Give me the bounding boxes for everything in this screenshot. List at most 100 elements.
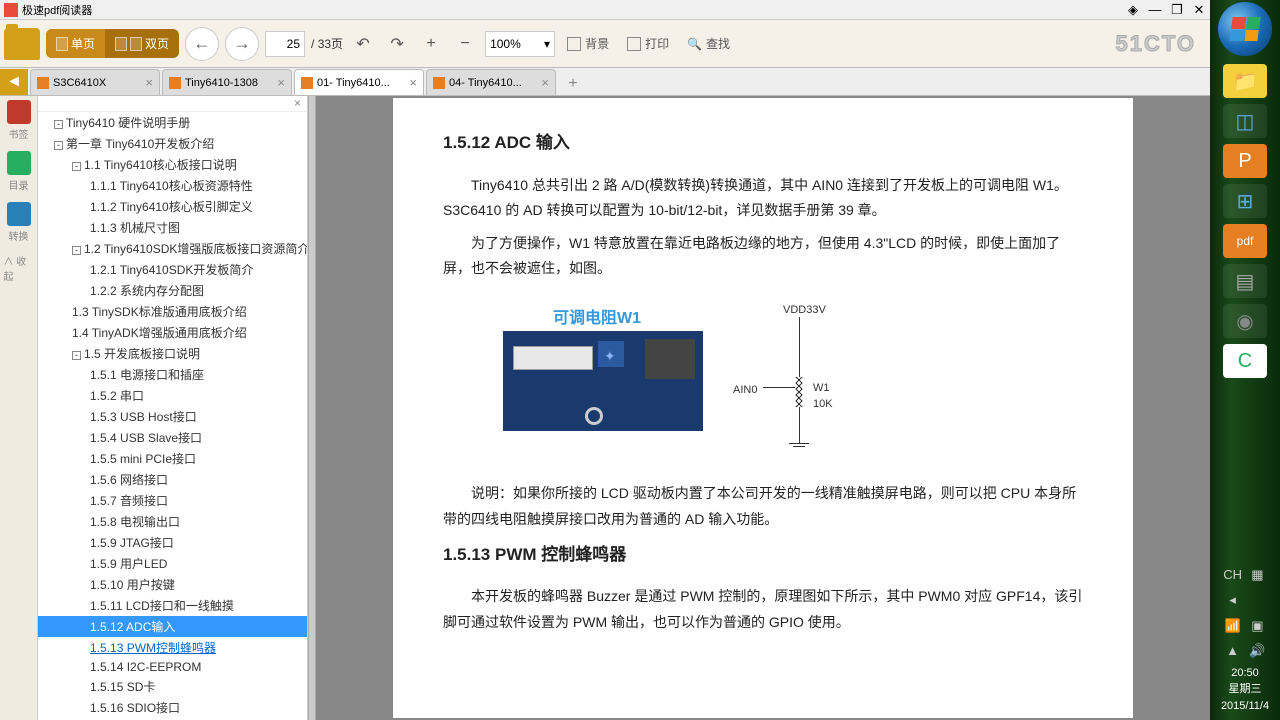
taskbar-explorer-icon[interactable]: 📁 — [1223, 64, 1267, 98]
outline-tree: -Tiny6410 硬件说明手册-第一章 Tiny6410开发板介绍-1.1 T… — [38, 112, 307, 720]
outline-item[interactable]: 1.1.2 Tiny6410核心板引脚定义 — [38, 196, 307, 217]
volume-icon[interactable]: 🔊 — [1248, 641, 1267, 661]
zoom-select[interactable]: 100%▾ — [485, 31, 555, 57]
heading-pwm: 1.5.13 PWM 控制蜂鸣器 — [443, 540, 1083, 571]
outline-item[interactable]: -Tiny6410 硬件说明手册 — [38, 112, 307, 133]
pdf-page: 1.5.12 ADC 输入 Tiny6410 总共引出 2 路 A/D(模数转换… — [393, 98, 1133, 718]
tray-app-icon[interactable]: ▣ — [1248, 616, 1267, 636]
new-tab-button[interactable]: + — [562, 73, 584, 95]
collapse-tool[interactable]: ∧ 收起 — [4, 253, 34, 283]
bookmark-tool[interactable]: 书签 — [4, 100, 34, 141]
outline-item[interactable]: 1.1.3 机械尺寸图 — [38, 217, 307, 238]
splitter[interactable] — [308, 96, 316, 720]
outline-item[interactable]: 1.5.10 用户按键 — [38, 574, 307, 595]
network-icon[interactable]: 📶 — [1223, 616, 1242, 636]
outline-item[interactable]: 1.5.1 电源接口和插座 — [38, 364, 307, 385]
search-button[interactable]: 🔍查找 — [681, 31, 736, 56]
minimize-button[interactable]: — — [1144, 1, 1166, 19]
outline-item[interactable]: 1.5.4 USB Slave接口 — [38, 427, 307, 448]
paragraph: 为了方便操作，W1 特意放置在靠近电路板边缘的地方，但使用 4.3"LCD 的时… — [443, 231, 1083, 281]
board-photo: 可调电阻W1 — [503, 331, 703, 431]
close-icon[interactable]: × — [541, 75, 549, 90]
outline-item[interactable]: 1.5.7 音频接口 — [38, 490, 307, 511]
redo-icon[interactable]: ↷ — [383, 30, 411, 58]
prev-page-button[interactable]: ← — [185, 27, 219, 61]
tray-up-icon[interactable]: ▲ — [1223, 641, 1242, 661]
lang-indicator[interactable]: CH — [1223, 565, 1242, 585]
outline-item[interactable]: 1.5.9 用户LED — [38, 553, 307, 574]
tab-0[interactable]: S3C6410X× — [30, 69, 160, 95]
outline-item[interactable]: 1.2.1 Tiny6410SDK开发板简介 — [38, 259, 307, 280]
outline-item[interactable]: 1.5.2 串口 — [38, 385, 307, 406]
tab-bar: ◄ S3C6410X× Tiny6410-1308× 01- Tiny6410.… — [0, 68, 1210, 96]
outline-item[interactable]: 1.5.11 LCD接口和一线触摸 — [38, 595, 307, 616]
next-page-button[interactable]: → — [225, 27, 259, 61]
titlebar: 极速pdf阅读器 ◈ — ❐ ✕ — [0, 0, 1210, 20]
outline-item[interactable]: 1.5.12 ADC输入 — [38, 616, 307, 637]
toc-tool[interactable]: 目录 — [4, 151, 34, 192]
window-title: 极速pdf阅读器 — [22, 2, 92, 18]
page-total: / 33页 — [311, 35, 343, 52]
outline-item[interactable]: 1.5.13 PWM控制蜂鸣器 — [38, 637, 307, 658]
document-area[interactable]: 1.5.12 ADC 输入 Tiny6410 总共引出 2 路 A/D(模数转换… — [316, 96, 1210, 720]
outline-item[interactable]: 1.5.9 JTAG接口 — [38, 532, 307, 553]
undo-icon[interactable]: ↶ — [349, 30, 377, 58]
figure: 可调电阻W1 VDD33V AIN0 W1 10K — [503, 301, 1083, 461]
taskbar-ppt-icon[interactable]: P — [1223, 144, 1267, 178]
tab-3[interactable]: 04- Tiny6410...× — [426, 69, 556, 95]
taskbar-app3-icon[interactable]: ◉ — [1223, 304, 1267, 338]
print-button[interactable]: 打印 — [621, 31, 675, 56]
heading-adc: 1.5.12 ADC 输入 — [443, 128, 1083, 159]
outline-item[interactable]: 1.5.6 网络接口 — [38, 469, 307, 490]
tab-2[interactable]: 01- Tiny6410...× — [294, 69, 424, 95]
tab-1[interactable]: Tiny6410-1308× — [162, 69, 292, 95]
outline-item[interactable]: 1.5.8 电视输出口 — [38, 511, 307, 532]
brand-watermark: 51CTO — [1115, 31, 1206, 57]
paragraph: Tiny6410 总共引出 2 路 A/D(模数转换)转换通道，其中 AIN0 … — [443, 173, 1083, 223]
paragraph: 说明：如果你所接的 LCD 驱动板内置了本公司开发的一线精准触摸屏电路，则可以把… — [443, 481, 1083, 531]
open-file-button[interactable] — [4, 28, 40, 60]
outline-item[interactable]: -1.5 开发底板接口说明 — [38, 343, 307, 364]
close-icon[interactable]: × — [145, 75, 153, 90]
taskbar-app-icon[interactable]: ⊞ — [1223, 184, 1267, 218]
close-icon[interactable]: × — [277, 75, 285, 90]
convert-tool[interactable]: 转换 — [4, 202, 34, 243]
page-input[interactable] — [265, 31, 305, 57]
start-button[interactable] — [1218, 2, 1272, 56]
system-tray[interactable]: CH▦ ◂ 📶▣ ▲🔊 20:50 星期三 2015/11/4 — [1211, 555, 1279, 720]
taskbar-vm-icon[interactable]: ◫ — [1223, 104, 1267, 138]
tray-icon[interactable]: ▦ — [1248, 565, 1267, 585]
app-logo-icon — [4, 3, 18, 17]
close-icon[interactable]: × — [409, 75, 417, 90]
outline-item[interactable]: 1.5.3 USB Host接口 — [38, 406, 307, 427]
single-page-button[interactable]: 单页 — [46, 29, 105, 58]
close-button[interactable]: ✕ — [1188, 1, 1210, 19]
outline-item[interactable]: 1.1.1 Tiny6410核心板资源特性 — [38, 175, 307, 196]
outline-item[interactable]: 1.5.15 SD卡 — [38, 676, 307, 697]
outline-panel: × -Tiny6410 硬件说明手册-第一章 Tiny6410开发板介绍-1.1… — [38, 96, 308, 720]
outline-item[interactable]: -1.1 Tiny6410核心板接口说明 — [38, 154, 307, 175]
outline-item[interactable]: 1.5.14 I2C-EEPROM — [38, 658, 307, 676]
outline-item[interactable]: 1.5.5 mini PCIe接口 — [38, 448, 307, 469]
background-button[interactable]: 背景 — [561, 31, 615, 56]
skin-icon[interactable]: ◈ — [1122, 1, 1144, 19]
zoom-out-button[interactable]: − — [451, 30, 479, 58]
zoom-in-button[interactable]: + — [417, 30, 445, 58]
taskbar-app4-icon[interactable]: C — [1223, 344, 1267, 378]
double-page-button[interactable]: 双页 — [105, 29, 179, 58]
outline-item[interactable]: 1.3 TinySDK标准版通用底板介绍 — [38, 301, 307, 322]
back-tab-button[interactable]: ◄ — [0, 69, 28, 95]
clock-date: 2015/11/4 — [1213, 698, 1277, 715]
outline-item[interactable]: -第一章 Tiny6410开发板介绍 — [38, 133, 307, 154]
outline-close-button[interactable]: × — [38, 96, 307, 112]
outline-item[interactable]: 1.5.16 SDIO接口 — [38, 697, 307, 718]
maximize-button[interactable]: ❐ — [1166, 1, 1188, 19]
taskbar-app2-icon[interactable]: ▤ — [1223, 264, 1267, 298]
taskbar-pdf-icon[interactable]: pdf — [1223, 224, 1267, 258]
clock-time[interactable]: 20:50 — [1213, 665, 1277, 682]
paragraph: 本开发板的蜂鸣器 Buzzer 是通过 PWM 控制的，原理图如下所示，其中 P… — [443, 584, 1083, 634]
outline-item[interactable]: 1.4 TinyADK增强版通用底板介绍 — [38, 322, 307, 343]
outline-item[interactable]: -1.2 Tiny6410SDK增强版底板接口资源简介 — [38, 238, 307, 259]
tray-arrow-icon[interactable]: ◂ — [1223, 590, 1242, 610]
outline-item[interactable]: 1.2.2 系统内存分配图 — [38, 280, 307, 301]
